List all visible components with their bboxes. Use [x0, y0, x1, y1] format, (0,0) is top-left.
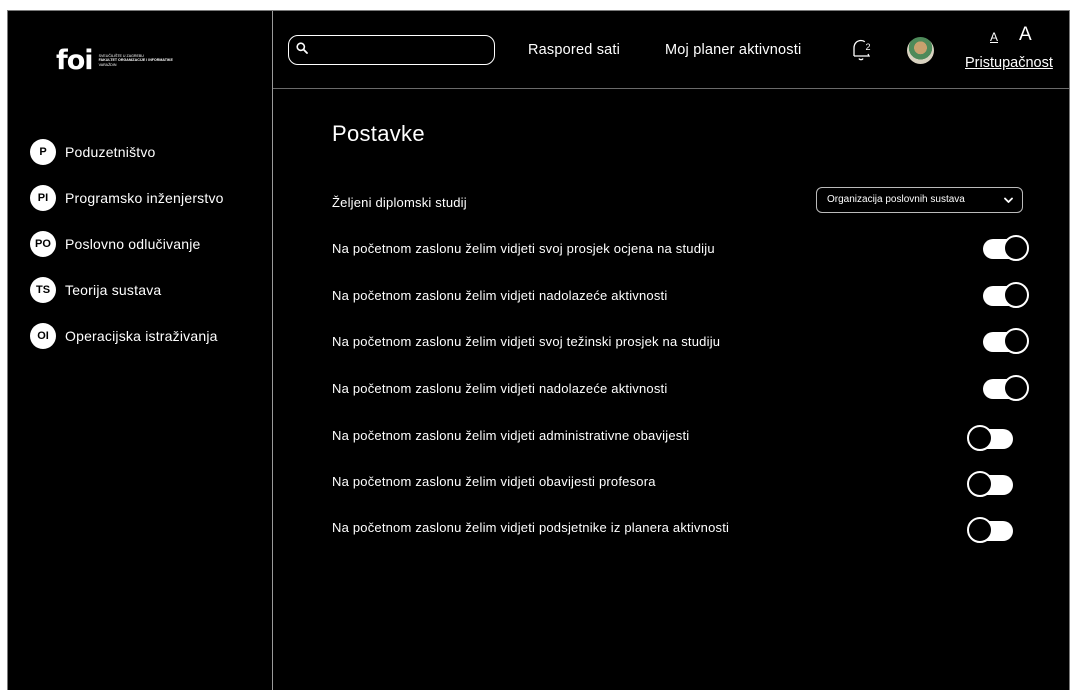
activity-planner-link[interactable]: Moj planer aktivnosti — [665, 42, 801, 58]
sidebar-item-label: Poslovno odlučivanje — [65, 236, 201, 252]
avatar[interactable] — [907, 37, 934, 64]
setting-label: Na početnom zaslonu želim vidjeti obavij… — [332, 474, 656, 489]
study-select-label: Željeni diplomski studij — [332, 195, 467, 210]
notification-count: 2 — [866, 42, 871, 52]
font-size-large-button[interactable]: A — [1019, 24, 1032, 46]
logo-subtitle: SVEUČILIŠTE U ZAGREBU FAKULTET ORGANIZAC… — [99, 54, 173, 67]
toggle-knob — [967, 425, 993, 451]
setting-toggle[interactable] — [967, 517, 1013, 543]
setting-toggle[interactable] — [967, 471, 1013, 497]
setting-toggle[interactable] — [967, 425, 1013, 451]
course-badge: TS — [30, 277, 56, 303]
study-select-value: Organizacija poslovnih sustava — [827, 194, 965, 205]
sidebar-item-poslovno-odlucivanje[interactable]: PO Poslovno odlučivanje — [30, 221, 224, 267]
logo-line-city: VARAŽDIN — [98, 62, 117, 67]
sidebar-item-label: Programsko inženjerstvo — [65, 190, 224, 206]
sidebar-item-teorija-sustava[interactable]: TS Teorija sustava — [30, 267, 224, 313]
course-badge: OI — [30, 323, 56, 349]
setting-label: Na početnom zaslonu želim vidjeti nadola… — [332, 288, 668, 303]
setting-toggle[interactable] — [983, 282, 1029, 308]
search-icon — [296, 42, 308, 54]
app-window: foi SVEUČILIŠTE U ZAGREBU FAKULTET ORGAN… — [7, 10, 1070, 690]
toggle-knob — [967, 517, 993, 543]
course-badge: PO — [30, 231, 56, 257]
font-size-small-button[interactable]: A — [990, 30, 998, 44]
foi-logo[interactable]: foi SVEUČILIŠTE U ZAGREBU FAKULTET ORGAN… — [56, 47, 173, 74]
sidebar-item-label: Operacijska istraživanja — [65, 328, 218, 344]
notifications-button[interactable]: 2 — [850, 37, 874, 68]
toggle-knob — [1003, 328, 1029, 354]
setting-toggle[interactable] — [983, 375, 1029, 401]
toggle-knob — [1003, 235, 1029, 261]
sidebar-item-operacijska-istrazivanja[interactable]: OI Operacijska istraživanja — [30, 313, 224, 359]
toggle-knob — [1003, 375, 1029, 401]
sidebar-item-programsko-inzenjerstvo[interactable]: PI Programsko inženjerstvo — [30, 175, 224, 221]
accessibility-link[interactable]: Pristupačnost — [965, 55, 1053, 71]
chevron-down-icon — [1004, 197, 1013, 203]
course-list: P Poduzetništvo PI Programsko inženjerst… — [30, 129, 224, 359]
setting-label: Na početnom zaslonu želim vidjeti admini… — [332, 428, 690, 443]
top-bar: Raspored sati Moj planer aktivnosti 2 A … — [273, 11, 1069, 89]
settings-panel: Postavke Željeni diplomski studij Organi… — [273, 89, 1069, 690]
bell-icon: 2 — [853, 39, 871, 61]
toggle-knob — [967, 471, 993, 497]
page-title: Postavke — [332, 121, 425, 146]
setting-label: Na početnom zaslonu želim vidjeti svoj t… — [332, 334, 721, 349]
setting-label: Na početnom zaslonu želim vidjeti nadola… — [332, 381, 668, 396]
sidebar-item-poduzetnistvo[interactable]: P Poduzetništvo — [30, 129, 224, 175]
setting-label: Na početnom zaslonu želim vidjeti svoj p… — [332, 241, 715, 256]
sidebar-item-label: Teorija sustava — [65, 282, 162, 298]
search-input[interactable] — [313, 38, 487, 62]
logo-wordmark: foi — [56, 45, 94, 76]
schedule-link[interactable]: Raspored sati — [528, 42, 620, 58]
sidebar: foi SVEUČILIŠTE U ZAGREBU FAKULTET ORGAN… — [8, 11, 273, 690]
toggle-knob — [1003, 282, 1029, 308]
setting-toggle[interactable] — [983, 328, 1029, 354]
course-badge: PI — [30, 185, 56, 211]
setting-label: Na početnom zaslonu želim vidjeti podsje… — [332, 520, 730, 535]
sidebar-item-label: Poduzetništvo — [65, 144, 156, 160]
graduate-study-select[interactable]: Organizacija poslovnih sustava — [816, 187, 1023, 213]
setting-toggle[interactable] — [983, 235, 1029, 261]
course-badge: P — [30, 139, 56, 165]
search-box[interactable] — [288, 35, 495, 65]
